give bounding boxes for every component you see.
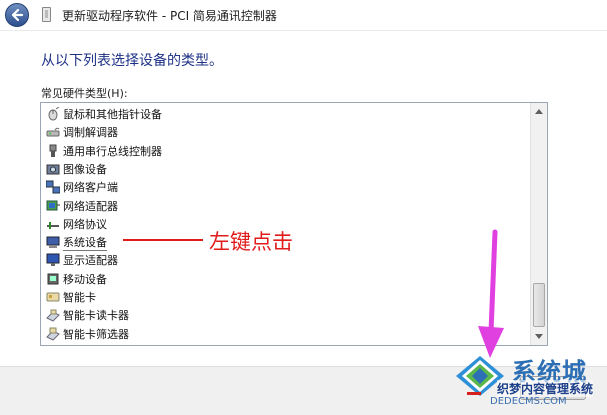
window-title: 更新驱动程序软件 - PCI 简易通讯控制器 xyxy=(62,9,277,23)
mouse-icon xyxy=(46,106,60,121)
list-item-label: 移动设备 xyxy=(63,272,107,286)
monitor-icon xyxy=(46,253,60,267)
back-button[interactable] xyxy=(5,3,29,27)
list-item-label: 通用串行总线控制器 xyxy=(63,144,162,158)
network-adapter-icon xyxy=(46,199,60,213)
scroll-up-button[interactable] xyxy=(531,103,547,120)
system-device-icon xyxy=(46,235,60,249)
watermark-url: DEDECMS.COM xyxy=(490,396,567,407)
list-item[interactable]: 移动设备 xyxy=(46,270,107,288)
list-item[interactable]: 通用串行总线控制器 xyxy=(46,142,162,160)
hardware-type-label: 常见硬件类型(H): xyxy=(41,87,128,100)
page-heading: 从以下列表选择设备的类型。 xyxy=(41,53,223,69)
annotation-arrow xyxy=(478,229,504,358)
footer-red-mark xyxy=(467,392,481,395)
list-item-label: 网络适配器 xyxy=(63,199,118,213)
list-item-label: 图像设备 xyxy=(63,162,107,176)
usb-icon xyxy=(46,144,60,158)
list-item[interactable]: 网络协议 xyxy=(46,215,107,233)
watermark-subtitle: 织梦内容管理系统 xyxy=(497,380,594,397)
modem-icon xyxy=(46,125,60,139)
list-item-label: 调制解调器 xyxy=(63,126,118,140)
network-protocol-icon xyxy=(46,217,60,231)
list-item[interactable]: 智能卡读卡器 xyxy=(46,306,129,324)
scroll-thumb[interactable] xyxy=(533,283,545,327)
list-item[interactable]: 智能卡 xyxy=(46,288,96,306)
list-item[interactable]: 系统设备 xyxy=(46,233,107,251)
list-item[interactable]: 图像设备 xyxy=(46,160,107,178)
annotation-line xyxy=(123,239,203,241)
annotation-text: 左键点击 xyxy=(209,230,293,254)
list-item-label: 显示适配器 xyxy=(63,254,118,268)
list-item[interactable]: 网络适配器 xyxy=(46,197,118,215)
list-item[interactable]: 显示适配器 xyxy=(46,251,118,269)
list-scrollbar[interactable] xyxy=(530,103,547,345)
network-client-icon xyxy=(45,180,61,194)
smart-card-icon xyxy=(46,290,60,304)
list-item-label: 网络协议 xyxy=(63,217,107,231)
card-reader-icon xyxy=(46,308,60,322)
list-item-label: 智能卡读卡器 xyxy=(63,309,129,323)
list-item-label: 网络客户端 xyxy=(63,181,118,195)
back-arrow-icon xyxy=(11,8,24,22)
list-item-label: 鼠标和其他指针设备 xyxy=(63,108,162,121)
list-item-label: 智能卡 xyxy=(63,291,96,304)
list-item-label: 智能卡筛选器 xyxy=(63,327,129,341)
list-item[interactable]: 调制解调器 xyxy=(46,123,118,141)
camera-icon xyxy=(46,162,60,176)
list-item[interactable]: 网络客户端 xyxy=(45,178,118,196)
watermark: 系统城 织梦内容管理系统 DEDECMS.COM xyxy=(452,352,607,414)
card-filter-icon xyxy=(46,327,60,341)
list-item[interactable]: 鼠标和其他指针设备 xyxy=(46,105,162,123)
title-bar: 更新驱动程序软件 - PCI 简易通讯控制器 xyxy=(0,0,607,31)
scroll-down-button[interactable] xyxy=(531,328,547,345)
list-item-label: 系统设备 xyxy=(63,235,107,251)
list-item[interactable]: 智能卡筛选器 xyxy=(46,325,129,343)
mobile-device-icon xyxy=(46,272,60,286)
device-icon xyxy=(42,7,51,22)
